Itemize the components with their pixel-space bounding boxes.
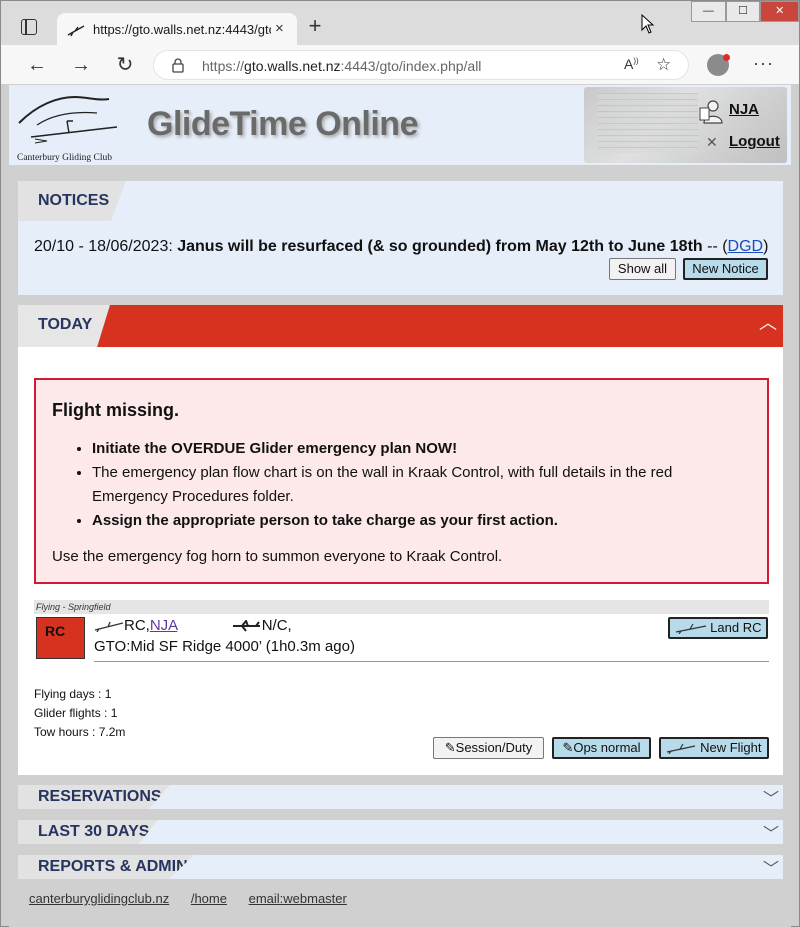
close-window-icon[interactable]: ✕ xyxy=(760,1,799,22)
back-arrow-icon[interactable]: ← xyxy=(25,53,49,77)
pilot-link[interactable]: NJA xyxy=(150,617,178,634)
flight-sheet-image xyxy=(584,87,787,163)
glider-logo-icon xyxy=(18,95,118,144)
alert-footer: Use the emergency fog horn to summon eve… xyxy=(52,548,503,565)
last30-heading: LAST 30 DAYS xyxy=(18,820,158,844)
glider-pilots-prefix: RC, xyxy=(124,617,150,634)
url-text: https://gto.walls.net.nz:4443/gto/index.… xyxy=(202,58,482,74)
new-flight-label: New Flight xyxy=(700,740,762,755)
today-header[interactable]: TODAY ︿ xyxy=(18,305,783,347)
today-stats: Flying days : 1 Glider flights : 1 Tow h… xyxy=(34,685,125,742)
site-header: Canterbury Gliding Club GlideTime Online… xyxy=(9,85,791,165)
flying-location-label: Flying - Springfield xyxy=(34,600,769,614)
forward-arrow-icon[interactable]: → xyxy=(69,53,93,77)
tow-info: N/C, xyxy=(261,617,292,634)
page-footer: canterburyglidingclub.nz /home email:web… xyxy=(29,891,365,906)
user-link[interactable]: NJA xyxy=(729,101,759,118)
address-bar[interactable]: https://gto.walls.net.nz:4443/gto/index.… xyxy=(153,50,689,80)
notices-header[interactable]: NOTICES xyxy=(18,181,783,221)
alert-item: The emergency plan flow chart is on the … xyxy=(92,461,752,509)
user-icon xyxy=(699,100,723,124)
session-duty-button[interactable]: ✎Session/Duty xyxy=(433,737,544,759)
tab-title: https://gto.walls.net.nz:4443/gto/index.… xyxy=(93,22,271,37)
window-controls: — ☐ ✕ xyxy=(691,1,799,23)
glider-tag[interactable]: RC xyxy=(36,617,85,659)
footer-link-email[interactable]: email:webmaster xyxy=(249,891,347,906)
alert-title: Flight missing. xyxy=(52,400,180,420)
alert-list: Initiate the OVERDUE Glider emergency pl… xyxy=(92,437,752,533)
ops-normal-button[interactable]: ✎Ops normal xyxy=(552,737,651,759)
land-rc-label: Land RC xyxy=(710,620,762,635)
reports-section[interactable]: REPORTS & ADMIN ﹀ xyxy=(18,855,783,879)
chevron-down-icon[interactable]: ﹀ xyxy=(763,785,779,809)
footer-link-home[interactable]: /home xyxy=(191,891,227,906)
notice-item: 20/10 - 18/06/2023: Janus will be resurf… xyxy=(34,238,768,256)
flight-detail: GTO:Mid SF Ridge 4000’ (1h0.3m ago) xyxy=(94,638,355,655)
site-title: GlideTime Online xyxy=(147,105,419,143)
notice-message: Janus will be resurfaced (& so grounded)… xyxy=(177,238,703,255)
mouse-cursor-icon xyxy=(641,14,655,34)
pencil-icon: ✎ xyxy=(444,740,456,755)
read-aloud-icon[interactable]: A)) xyxy=(624,56,639,72)
chevron-down-icon[interactable]: ﹀ xyxy=(763,855,779,879)
today-panel: TODAY ︿ Flight missing. Initiate the OVE… xyxy=(18,305,783,775)
logout-x-icon: ✕ xyxy=(706,134,718,150)
alert-item: Initiate the OVERDUE Glider emergency pl… xyxy=(92,437,752,461)
reservations-heading: RESERVATIONS xyxy=(18,785,170,809)
glider-icon xyxy=(667,743,696,755)
glider-icon xyxy=(675,623,706,635)
flight-summary: RC,NJA N/C, xyxy=(94,617,292,634)
alert-item: Assign the appropriate person to take ch… xyxy=(92,509,752,533)
notice-author-link[interactable]: DGD xyxy=(728,238,764,255)
tab-actions-icon[interactable] xyxy=(21,19,37,35)
refresh-icon[interactable]: ↻ xyxy=(113,53,137,77)
notices-panel: NOTICES 20/10 - 18/06/2023: Janus will b… xyxy=(18,181,783,295)
flight-separator xyxy=(94,661,769,662)
notice-suffix-post: ) xyxy=(763,238,769,255)
notice-suffix-pre: -- ( xyxy=(702,238,728,255)
stat-glider-flights: Glider flights : 1 xyxy=(34,706,118,720)
new-notice-button[interactable]: New Notice xyxy=(683,258,768,280)
chevron-down-icon[interactable]: ﹀ xyxy=(763,820,779,844)
glider-favicon-icon xyxy=(67,25,85,37)
session-duty-label: Session/Duty xyxy=(455,740,533,755)
club-logo[interactable]: Canterbury Gliding Club xyxy=(17,93,127,163)
last30-section[interactable]: LAST 30 DAYS ﹀ xyxy=(18,820,783,844)
browser-toolbar: ← → ↻ https://gto.walls.net.nz:4443/gto/… xyxy=(1,45,799,85)
page-content: Canterbury Gliding Club GlideTime Online… xyxy=(9,85,791,927)
pencil-icon: ✎ xyxy=(562,740,574,755)
reports-heading: REPORTS & ADMIN xyxy=(18,855,194,879)
stat-flying-days: Flying days : 1 xyxy=(34,687,112,701)
stat-tow-hours: Tow hours : 7.2m xyxy=(34,725,126,739)
new-flight-button[interactable]: New Flight xyxy=(659,737,769,759)
show-all-button[interactable]: Show all xyxy=(609,258,676,280)
browser-window: https://gto.walls.net.nz:4443/gto/index.… xyxy=(0,0,800,927)
add-favorite-icon[interactable]: ☆ xyxy=(656,55,671,75)
logo-text: Canterbury Gliding Club xyxy=(17,153,112,163)
profile-avatar-icon[interactable] xyxy=(707,54,730,76)
new-tab-icon[interactable]: + xyxy=(303,15,327,39)
today-heading: TODAY xyxy=(18,305,110,347)
reservations-section[interactable]: RESERVATIONS ﹀ xyxy=(18,785,783,809)
notice-date: 20/10 - 18/06/2023: xyxy=(34,238,173,255)
logout-link[interactable]: Logout xyxy=(729,133,780,150)
chevron-up-icon[interactable]: ︿ xyxy=(759,309,777,335)
land-rc-button[interactable]: Land RC xyxy=(668,617,768,639)
browser-tab[interactable]: https://gto.walls.net.nz:4443/gto/index.… xyxy=(57,13,297,47)
maximize-icon[interactable]: ☐ xyxy=(725,1,761,22)
footer-link-club[interactable]: canterburyglidingclub.nz xyxy=(29,891,169,906)
flight-missing-alert: Flight missing. Initiate the OVERDUE Gli… xyxy=(34,378,769,584)
more-menu-icon[interactable]: ··· xyxy=(753,53,774,74)
minimize-icon[interactable]: — xyxy=(691,1,726,22)
glider-icon xyxy=(94,621,124,633)
towplane-icon xyxy=(232,620,260,632)
lock-icon xyxy=(172,58,184,73)
tab-close-icon[interactable]: × xyxy=(275,20,284,37)
notices-heading: NOTICES xyxy=(18,181,126,221)
ops-normal-label: Ops normal xyxy=(573,740,641,755)
tab-bar: https://gto.walls.net.nz:4443/gto/index.… xyxy=(1,1,799,47)
